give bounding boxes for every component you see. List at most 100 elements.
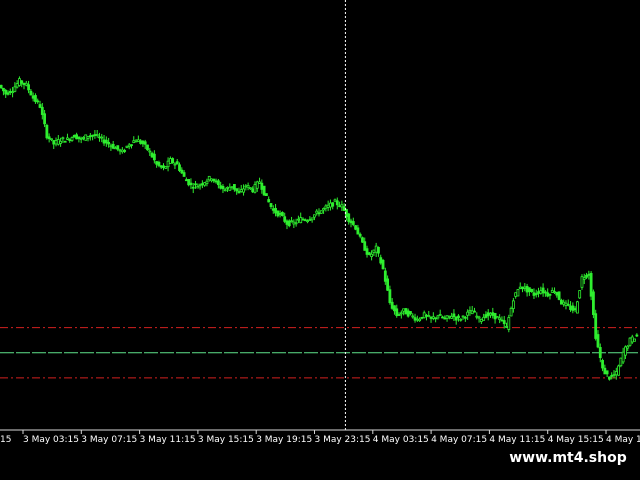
candle xyxy=(598,343,602,363)
candle xyxy=(500,316,504,322)
candle xyxy=(317,208,321,217)
candle xyxy=(624,345,627,360)
candle xyxy=(495,316,499,319)
candle-body xyxy=(413,317,417,321)
candle xyxy=(427,310,431,318)
candle-body xyxy=(267,199,271,203)
candle-body xyxy=(356,227,360,235)
candle xyxy=(166,157,170,172)
candle xyxy=(527,287,531,296)
candle xyxy=(466,309,470,320)
candle xyxy=(379,254,383,265)
candle-body xyxy=(180,169,184,174)
candle xyxy=(251,186,255,193)
candle xyxy=(59,137,62,147)
candle xyxy=(571,302,575,314)
candle xyxy=(111,140,115,150)
candle xyxy=(27,80,30,94)
candle xyxy=(340,200,344,211)
candle-body xyxy=(411,315,415,318)
candle xyxy=(15,80,19,89)
candle xyxy=(505,322,508,329)
candle-body xyxy=(127,144,131,148)
candle xyxy=(313,214,316,221)
candle xyxy=(189,178,193,190)
candle-body xyxy=(111,143,115,149)
candle-body xyxy=(450,315,454,319)
candle-body xyxy=(11,91,14,94)
candle-body xyxy=(251,188,255,193)
candle xyxy=(200,180,204,189)
candle xyxy=(397,312,401,316)
candle-body xyxy=(445,315,449,320)
candle-body xyxy=(242,188,245,193)
candle xyxy=(372,249,376,257)
candle-body xyxy=(379,257,383,264)
candle-body xyxy=(482,316,486,321)
candle xyxy=(178,162,181,173)
candle-body xyxy=(104,139,108,144)
candle xyxy=(573,306,577,313)
candle xyxy=(345,208,348,221)
candle-body xyxy=(79,137,83,140)
candle-body xyxy=(514,292,518,297)
candle-body xyxy=(383,270,387,282)
candle xyxy=(235,188,239,195)
candle xyxy=(82,136,85,141)
candle-body xyxy=(162,165,165,169)
candle-body xyxy=(422,312,426,319)
candle-body xyxy=(436,315,440,319)
candle xyxy=(324,204,328,212)
candle xyxy=(356,224,360,235)
candle-body xyxy=(546,292,550,297)
candle xyxy=(18,76,21,87)
candle-body xyxy=(207,175,211,181)
candle xyxy=(452,309,456,321)
candle-body xyxy=(537,291,540,294)
candle xyxy=(612,370,616,379)
candle-body xyxy=(571,305,575,311)
candle xyxy=(322,207,325,214)
candle xyxy=(141,140,145,147)
candle-body xyxy=(223,189,227,192)
candle xyxy=(210,178,213,183)
candle xyxy=(315,209,319,216)
candle xyxy=(310,217,314,223)
candle xyxy=(274,203,277,217)
candle xyxy=(461,315,465,320)
candle-body xyxy=(98,136,101,139)
candle xyxy=(297,215,300,224)
candle-body xyxy=(633,338,636,342)
candle xyxy=(152,150,156,164)
candle-body xyxy=(166,160,170,168)
price-chart[interactable]: 15 3 May 03:15 3 May 07:15 3 May 11:15 3 May… xyxy=(0,0,640,445)
candle xyxy=(219,181,223,190)
candle xyxy=(546,288,550,298)
candle xyxy=(70,136,74,142)
candle-body xyxy=(626,345,630,349)
candle xyxy=(441,315,444,319)
candle xyxy=(422,310,426,319)
candle-body xyxy=(297,218,300,221)
candle xyxy=(212,178,216,183)
candle xyxy=(118,148,122,155)
candle xyxy=(603,364,607,375)
candle xyxy=(436,314,440,320)
candle-body xyxy=(294,222,298,225)
candle xyxy=(24,80,28,87)
candle-body xyxy=(130,144,133,147)
candle xyxy=(196,183,200,189)
candle-body xyxy=(592,291,595,315)
candle-body xyxy=(205,180,209,185)
candle xyxy=(587,270,591,280)
candle-body xyxy=(303,219,307,222)
candle xyxy=(550,287,554,293)
candle-body xyxy=(589,273,593,297)
candle xyxy=(260,179,264,194)
candle-body xyxy=(500,319,504,322)
candle-body xyxy=(370,253,373,257)
candle-body xyxy=(505,326,508,328)
candle xyxy=(262,185,266,196)
candle xyxy=(223,187,227,192)
candle-body xyxy=(630,336,634,343)
